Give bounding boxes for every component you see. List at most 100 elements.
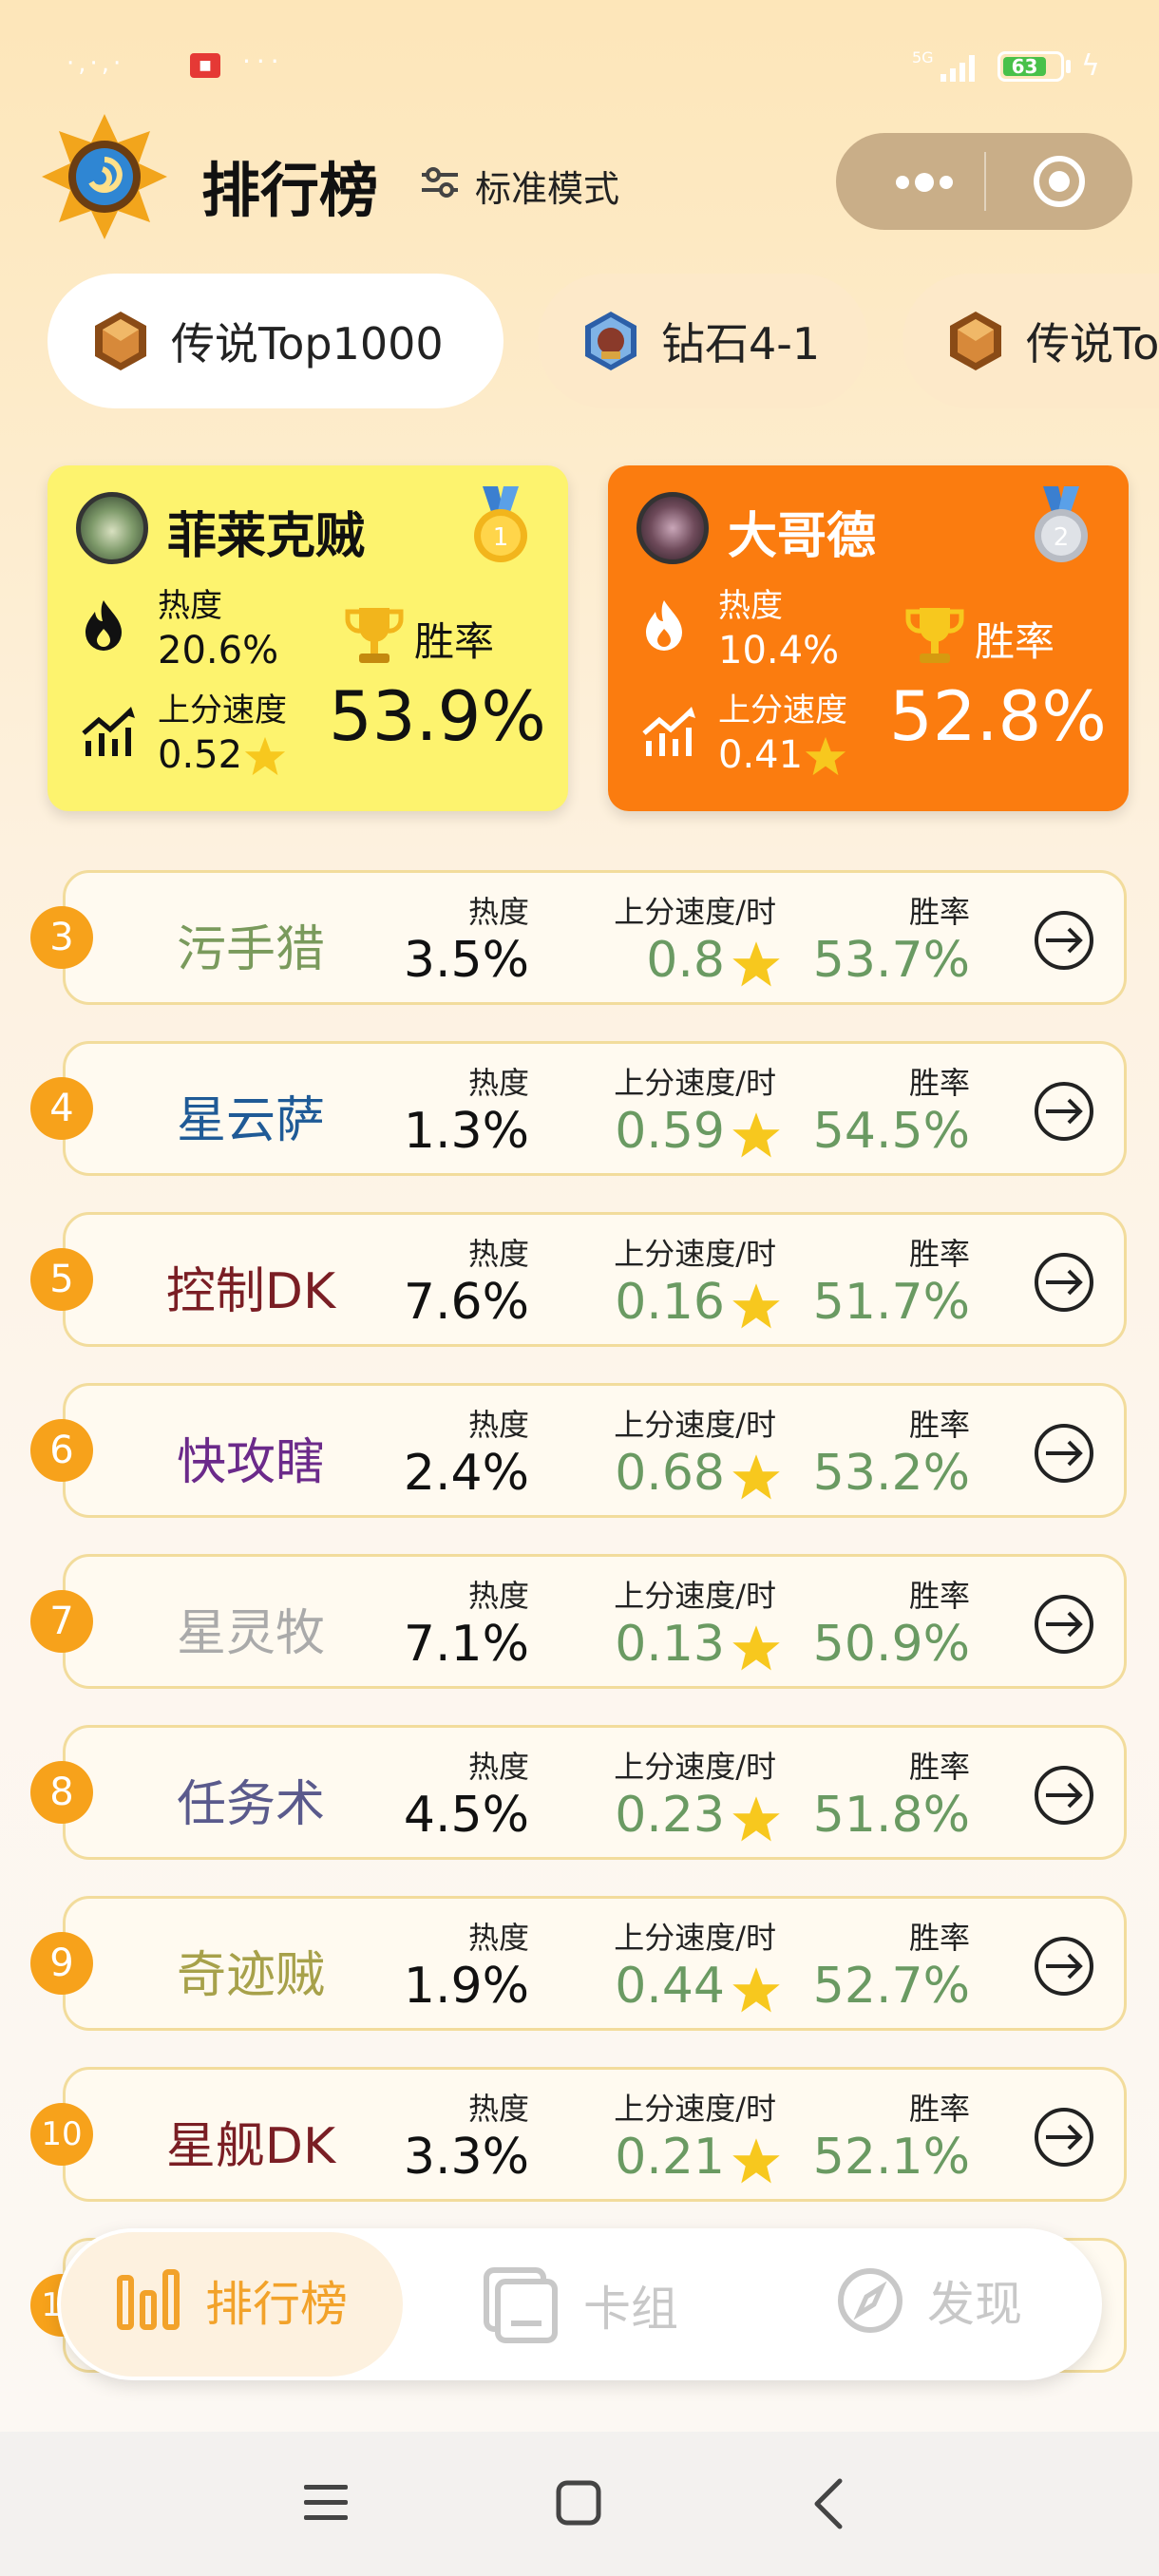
trend-up-icon xyxy=(642,707,695,756)
heat-value: 4.5% xyxy=(403,1787,529,1844)
ranking-row[interactable]: 污手猎 热度 3.5% 上分速度/时 0.8 胜率 53.7% xyxy=(63,870,1127,1005)
deck-name: 大哥德 xyxy=(728,508,877,565)
battery-icon: 63 xyxy=(998,51,1064,82)
ranking-row[interactable]: 星舰DK 热度 3.3% 上分速度/时 0.21 胜率 52.1% xyxy=(63,2067,1127,2202)
tab-legend-top1000[interactable]: 传说Top1000 xyxy=(48,274,504,408)
winrate-value: 53.7% xyxy=(812,932,970,989)
winrate-label: 胜率 xyxy=(908,894,970,930)
silver-medal-icon: 2 xyxy=(1035,486,1088,562)
trophy-icon xyxy=(345,608,404,663)
heat-label: 热度 xyxy=(467,894,529,930)
trophy-icon xyxy=(905,608,964,663)
arrow-right-circle-icon[interactable] xyxy=(1033,1764,1095,1827)
speed-value: 0.68 xyxy=(615,1445,725,1502)
bar-chart-icon xyxy=(117,2269,180,2330)
mode-selector[interactable]: 标准模式 xyxy=(475,160,619,212)
rank-badge: 6 xyxy=(30,1419,93,1482)
tab-legend-top-partial[interactable]: 传说To xyxy=(902,274,1159,408)
deck-name: 菲莱克贼 xyxy=(167,508,366,565)
speed-value: 0.21 xyxy=(615,2129,725,2186)
heat-value: 1.3% xyxy=(403,1103,529,1160)
speed-label: 上分速度/时 xyxy=(614,894,776,930)
top-deck-card-2[interactable]: 大哥德 2 热度 10.4% 上分速度 0.41 胜率 52.8% xyxy=(608,465,1129,811)
arrow-right-circle-icon[interactable] xyxy=(1033,909,1095,972)
speed-label: 上分速度 xyxy=(158,691,287,729)
diamond-rank-icon xyxy=(585,312,636,370)
ranking-row[interactable]: 星云萨 热度 1.3% 上分速度/时 0.59 胜率 54.5% xyxy=(63,1041,1127,1176)
arrow-right-circle-icon[interactable] xyxy=(1033,1593,1095,1656)
mode-settings-icon[interactable] xyxy=(418,163,462,201)
speed-value: 0.59 xyxy=(615,1103,725,1160)
more-notifications-icon: ··· xyxy=(242,46,285,77)
nav-tab-ranking[interactable]: 排行榜 xyxy=(114,2266,348,2335)
ranking-row[interactable]: 任务术 热度 4.5% 上分速度/时 0.23 胜率 51.8% xyxy=(63,1725,1127,1860)
heat-value: 3.3% xyxy=(403,2129,529,2186)
rank-badge: 3 xyxy=(30,906,93,969)
heat-value: 7.6% xyxy=(403,1274,529,1331)
heat-label: 热度 xyxy=(158,587,222,625)
heat-value: 2.4% xyxy=(403,1445,529,1502)
deck-name: 任务术 xyxy=(176,1776,325,1833)
winrate-value: 51.7% xyxy=(812,1274,970,1331)
gold-medal-icon: 1 xyxy=(474,486,527,562)
heat-value: 10.4% xyxy=(718,629,840,672)
ranking-row[interactable]: 星灵牧 热度 7.1% 上分速度/时 0.13 胜率 50.9% xyxy=(63,1554,1127,1689)
arrow-right-circle-icon[interactable] xyxy=(1033,1080,1095,1143)
arrow-right-circle-icon[interactable] xyxy=(1033,1422,1095,1485)
capsule-divider xyxy=(984,152,986,211)
arrow-right-circle-icon[interactable] xyxy=(1033,1935,1095,1998)
close-miniprogram-icon[interactable] xyxy=(1032,154,1087,209)
winrate-value: 52.8% xyxy=(889,676,1107,756)
speed-value: 0.8 xyxy=(646,932,725,989)
back-chevron-icon[interactable] xyxy=(809,2477,847,2530)
star-icon xyxy=(732,1283,780,1329)
fire-icon xyxy=(86,600,122,651)
star-icon xyxy=(805,736,846,776)
nav-label: 发现 xyxy=(927,2277,1022,2332)
winrate-label: 胜率 xyxy=(908,1236,970,1272)
speed-label: 上分速度/时 xyxy=(614,1236,776,1272)
speed-label: 上分速度/时 xyxy=(614,1065,776,1101)
heat-value: 3.5% xyxy=(403,932,529,989)
arrow-right-circle-icon[interactable] xyxy=(1033,1251,1095,1314)
star-icon xyxy=(732,1796,780,1842)
winrate-value: 53.2% xyxy=(812,1445,970,1502)
winrate-value: 51.8% xyxy=(812,1787,970,1844)
winrate-label: 胜率 xyxy=(908,1065,970,1101)
class-avatar-icon xyxy=(76,492,148,564)
nav-tab-discover[interactable]: 发现 xyxy=(836,2266,1022,2335)
heat-label: 热度 xyxy=(467,1407,529,1443)
star-icon xyxy=(732,1112,780,1158)
heat-label: 热度 xyxy=(467,2091,529,2127)
tab-diamond-4-1[interactable]: 钻石4-1 xyxy=(538,274,868,408)
top-deck-card-1[interactable]: 菲莱克贼 1 热度 20.6% 上分速度 0.52 胜率 53.9% xyxy=(48,465,568,811)
nav-tab-decks[interactable]: 卡组 xyxy=(483,2266,678,2344)
page-title: 排行榜 xyxy=(201,156,379,225)
nav-label: 卡组 xyxy=(583,2282,678,2337)
star-icon xyxy=(244,736,286,776)
charging-icon: ϟ xyxy=(1081,49,1100,83)
menu-icon[interactable] xyxy=(302,2481,350,2525)
heat-value: 1.9% xyxy=(403,1958,529,2015)
more-menu-icon[interactable] xyxy=(891,163,958,201)
rank-badge: 10 xyxy=(30,2103,93,2166)
arrow-right-circle-icon[interactable] xyxy=(1033,2106,1095,2169)
deck-name: 星云萨 xyxy=(176,1092,325,1149)
hearthstone-logo-icon xyxy=(42,114,167,239)
ranking-row[interactable]: 奇迹贼 热度 1.9% 上分速度/时 0.44 胜率 52.7% xyxy=(63,1896,1127,2031)
tab-label: 传说Top1000 xyxy=(171,318,444,369)
status-bar: ·,·,· ■ ··· 5G 63 ϟ xyxy=(0,0,1159,133)
heat-label: 热度 xyxy=(467,1578,529,1614)
svg-text:1: 1 xyxy=(493,523,509,552)
speed-label: 上分速度/时 xyxy=(614,1578,776,1614)
rank-badge: 7 xyxy=(30,1590,93,1653)
ranking-row[interactable]: 控制DK 热度 7.6% 上分速度/时 0.16 胜率 51.7% xyxy=(63,1212,1127,1347)
speed-label: 上分速度/时 xyxy=(614,1749,776,1785)
speed-value: 0.44 xyxy=(615,1958,725,2015)
battery-tip xyxy=(1066,60,1071,73)
home-square-icon[interactable] xyxy=(555,2479,602,2527)
fire-icon xyxy=(646,600,682,651)
ranking-row[interactable]: 快攻瞎 热度 2.4% 上分速度/时 0.68 胜率 53.2% xyxy=(63,1383,1127,1518)
deck-icon xyxy=(484,2267,558,2343)
heat-label: 热度 xyxy=(718,587,783,625)
